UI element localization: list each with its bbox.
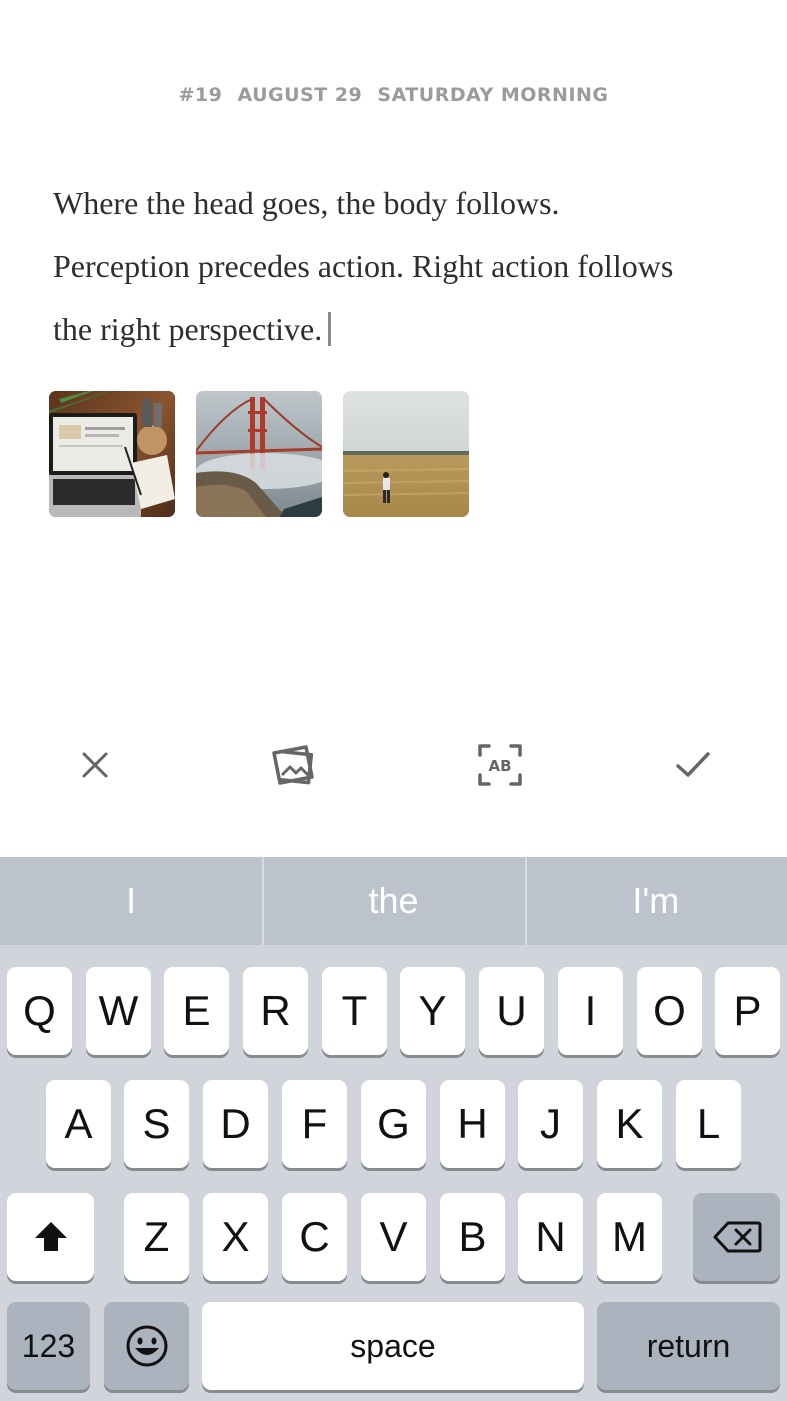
entry-time-of-day: SATURDAY MORNING [377,84,609,106]
suggestion-3[interactable]: I'm [524,857,787,945]
text-cursor [328,312,332,346]
attachment-strip [49,391,469,517]
done-button[interactable] [648,720,738,810]
on-screen-keyboard: I the I'm Q W E R T Y U I O P A S D F G … [0,857,787,1401]
shift-arrow-icon [34,1222,67,1251]
key-o[interactable]: O [637,967,702,1055]
entry-line: Perception precedes action. Right action… [53,248,674,284]
predictive-text-bar: I the I'm [0,857,787,945]
golden-gate-bridge-photo [196,391,322,517]
key-w[interactable]: W [86,967,151,1055]
laptop-desk-photo [49,391,175,517]
key-u[interactable]: U [479,967,544,1055]
key-p[interactable]: P [715,967,780,1055]
entry-line: Where the head goes, the body follows. [53,185,560,221]
attachment-thumbnail-field[interactable] [343,391,469,517]
photo-gallery-icon [272,745,314,785]
shift-key[interactable] [7,1193,94,1281]
key-d[interactable]: D [203,1080,268,1168]
key-r[interactable]: R [243,967,308,1055]
ab-format-icon: AB [478,744,522,786]
key-g[interactable]: G [361,1080,426,1168]
key-m[interactable]: M [597,1193,662,1281]
suggestion-2[interactable]: the [262,857,524,945]
add-photo-button[interactable] [249,720,339,810]
delete-backward-icon [713,1221,761,1253]
emoji-key[interactable] [104,1302,189,1390]
entry-date: AUGUST 29 [237,84,363,106]
key-i[interactable]: I [558,967,623,1055]
key-k[interactable]: K [597,1080,662,1168]
entry-number: #19 [178,84,223,106]
entry-line-last: the right perspective. [53,298,753,361]
key-t[interactable]: T [322,967,387,1055]
text-format-button[interactable]: AB [455,720,545,810]
emoji-smiley-icon [126,1325,167,1367]
entry-header: #19 AUGUST 29 SATURDAY MORNING [0,84,787,106]
editor-toolbar: AB [0,720,787,810]
key-y[interactable]: Y [400,967,465,1055]
key-a[interactable]: A [46,1080,111,1168]
key-s[interactable]: S [124,1080,189,1168]
close-icon [82,752,108,778]
key-n[interactable]: N [518,1193,583,1281]
journal-editor: #19 AUGUST 29 SATURDAY MORNING Where the… [0,0,787,857]
checkmark-icon [676,752,710,777]
attachment-thumbnail-bridge[interactable] [196,391,322,517]
key-v[interactable]: V [361,1193,426,1281]
key-c[interactable]: C [282,1193,347,1281]
cancel-button[interactable] [50,720,140,810]
key-f[interactable]: F [282,1080,347,1168]
suggestion-1[interactable]: I [0,857,262,945]
key-q[interactable]: Q [7,967,72,1055]
key-l[interactable]: L [676,1080,741,1168]
entry-text-area[interactable]: Where the head goes, the body follows. P… [53,172,753,361]
svg-text:AB: AB [488,757,511,775]
key-b[interactable]: B [440,1193,505,1281]
attachment-thumbnail-laptop[interactable] [49,391,175,517]
key-j[interactable]: J [518,1080,583,1168]
key-h[interactable]: H [440,1080,505,1168]
return-key[interactable]: return [597,1302,780,1390]
key-z[interactable]: Z [124,1193,189,1281]
wheat-field-person-photo [343,391,469,517]
space-key[interactable]: space [202,1302,584,1390]
numbers-key[interactable]: 123 [7,1302,90,1390]
key-x[interactable]: X [203,1193,268,1281]
entry-line-text: the right perspective. [53,311,323,347]
key-e[interactable]: E [164,967,229,1055]
backspace-key[interactable] [693,1193,780,1281]
